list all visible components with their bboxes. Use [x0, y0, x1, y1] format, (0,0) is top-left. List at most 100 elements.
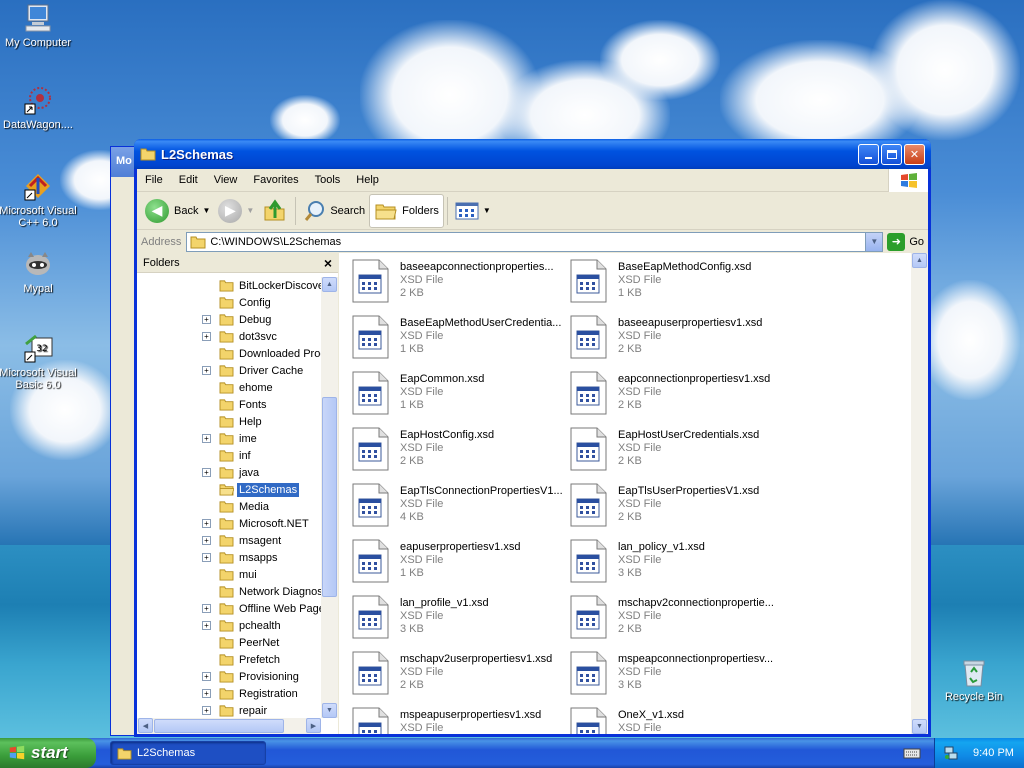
forward-button[interactable]: ▶ ▼: [214, 194, 258, 228]
file-item[interactable]: BaseEapMethodConfig.xsd XSD File 1 KB: [569, 253, 784, 309]
file-item[interactable]: EapTlsConnectionPropertiesV1... XSD File 4…: [351, 477, 566, 533]
desktop-icon-visual-basic[interactable]: 32 Microsoft Visual Basic 6.0: [0, 332, 78, 391]
folder-tree-vertical-scrollbar[interactable]: ▲ ▼: [321, 277, 338, 718]
clock[interactable]: 9:40 PM: [973, 747, 1014, 759]
folder-tree-item[interactable]: Media: [137, 498, 322, 515]
folder-tree-item[interactable]: + Microsoft.NET: [137, 515, 322, 532]
folder-tree-item[interactable]: mui: [137, 566, 322, 583]
expand-icon[interactable]: +: [202, 689, 211, 698]
address-dropdown-icon[interactable]: ▼: [865, 232, 883, 251]
desktop-icon-datawagon[interactable]: DataWagon....: [0, 84, 78, 131]
maximize-button[interactable]: [881, 143, 902, 165]
scroll-left-icon[interactable]: ◀: [138, 718, 153, 733]
folder-tree-item[interactable]: Fonts: [137, 396, 322, 413]
file-item[interactable]: baseeapuserpropertiesv1.xsd XSD File 2 KB: [569, 309, 784, 365]
address-input[interactable]: C:\WINDOWS\L2Schemas ▼: [186, 231, 884, 252]
menu-help[interactable]: Help: [348, 174, 387, 186]
file-item[interactable]: OneX_v1.xsd XSD File: [569, 701, 784, 734]
close-icon[interactable]: ×: [324, 255, 332, 271]
folder-tree-item[interactable]: + msagent: [137, 532, 322, 549]
scroll-up-icon[interactable]: ▲: [912, 253, 927, 268]
title-bar[interactable]: L2Schemas ✕: [134, 139, 931, 169]
menu-favorites[interactable]: Favorites: [245, 174, 306, 186]
folder-tree-item[interactable]: Prefetch: [137, 651, 322, 668]
file-item[interactable]: EapTlsUserPropertiesV1.xsd XSD File 2 KB: [569, 477, 784, 533]
folder-tree-item[interactable]: inf: [137, 447, 322, 464]
file-item[interactable]: eapconnectionpropertiesv1.xsd XSD File 2 K…: [569, 365, 784, 421]
expand-icon[interactable]: +: [202, 536, 211, 545]
file-item[interactable]: lan_policy_v1.xsd XSD File 3 KB: [569, 533, 784, 589]
search-button[interactable]: Search: [299, 194, 369, 228]
scroll-thumb[interactable]: [322, 397, 337, 597]
expand-icon[interactable]: +: [202, 706, 211, 715]
file-item[interactable]: eapuserpropertiesv1.xsd XSD File 1 KB: [351, 533, 566, 589]
scroll-thumb[interactable]: [911, 253, 928, 633]
close-button[interactable]: ✕: [904, 143, 925, 165]
desktop-icon-mypal[interactable]: Mypal: [0, 248, 78, 295]
expand-icon[interactable]: +: [202, 553, 211, 562]
file-item[interactable]: mspeapuserpropertiesv1.xsd XSD File: [351, 701, 566, 734]
file-item[interactable]: lan_profile_v1.xsd XSD File 3 KB: [351, 589, 566, 645]
folder-tree-item[interactable]: PeerNet: [137, 634, 322, 651]
folder-tree-item[interactable]: + msapps: [137, 549, 322, 566]
file-item[interactable]: baseeapconnectionproperties... XSD File 2 …: [351, 253, 566, 309]
scroll-down-icon[interactable]: ▼: [322, 703, 337, 718]
folder-tree-item[interactable]: + pchealth: [137, 617, 322, 634]
folders-button[interactable]: Folders: [369, 193, 444, 228]
folder-tree-horizontal-scrollbar[interactable]: ◀ ▶: [137, 718, 321, 734]
expand-icon[interactable]: +: [202, 434, 211, 443]
desktop-icon-my-computer[interactable]: My Computer: [0, 2, 78, 49]
folder-tree-item[interactable]: Config: [137, 294, 322, 311]
expand-icon[interactable]: +: [202, 332, 211, 341]
folder-tree-item[interactable]: + ime: [137, 430, 322, 447]
expand-icon[interactable]: +: [202, 519, 211, 528]
scroll-down-icon[interactable]: ▼: [912, 719, 927, 734]
folder-tree-item[interactable]: + Offline Web Page: [137, 600, 322, 617]
folder-tree-item[interactable]: + Debug: [137, 311, 322, 328]
expand-icon[interactable]: +: [202, 315, 211, 324]
minimize-button[interactable]: [858, 143, 879, 165]
go-button[interactable]: ➜ Go: [887, 232, 924, 251]
expand-icon[interactable]: +: [202, 672, 211, 681]
back-button[interactable]: ◀ Back ▼: [141, 194, 214, 228]
scroll-up-icon[interactable]: ▲: [322, 277, 337, 292]
menu-tools[interactable]: Tools: [307, 174, 349, 186]
menu-view[interactable]: View: [206, 174, 246, 186]
taskbar-item-l2schemas[interactable]: L2Schemas: [110, 741, 266, 765]
file-item[interactable]: EapHostUserCredentials.xsd XSD File 2 KB: [569, 421, 784, 477]
folder-tree-item[interactable]: + Driver Cache: [137, 362, 322, 379]
folder-tree-item[interactable]: + Registration: [137, 685, 322, 702]
file-list-vertical-scrollbar[interactable]: ▲ ▼: [911, 253, 928, 734]
up-folder-button[interactable]: [258, 194, 292, 228]
folder-tree-item[interactable]: L2Schemas: [137, 481, 322, 498]
file-item[interactable]: mschapv2userpropertiesv1.xsd XSD File 2 KB: [351, 645, 566, 701]
expand-icon[interactable]: +: [202, 621, 211, 630]
menu-edit[interactable]: Edit: [171, 174, 206, 186]
file-item[interactable]: EapCommon.xsd XSD File 1 KB: [351, 365, 566, 421]
network-icon[interactable]: [943, 745, 959, 761]
keyboard-icon[interactable]: [903, 745, 921, 761]
start-button[interactable]: start: [0, 738, 96, 768]
desktop-icon-recycle-bin[interactable]: Recycle Bin: [934, 656, 1014, 703]
folder-tree-item[interactable]: BitLockerDiscover: [137, 277, 322, 294]
expand-icon[interactable]: +: [202, 604, 211, 613]
desktop-icon-visual-cpp[interactable]: Microsoft Visual C++ 6.0: [0, 170, 78, 229]
folder-tree-item[interactable]: + java: [137, 464, 322, 481]
file-item[interactable]: mschapv2connectionpropertie... XSD File 2 …: [569, 589, 784, 645]
back-dropdown-icon[interactable]: ▼: [202, 206, 210, 215]
menu-file[interactable]: File: [137, 174, 171, 186]
folder-tree-item[interactable]: + repair: [137, 702, 322, 718]
forward-dropdown-icon[interactable]: ▼: [246, 206, 254, 215]
folder-tree-item[interactable]: + dot3svc: [137, 328, 322, 345]
folder-tree-item[interactable]: Downloaded Prog: [137, 345, 322, 362]
scroll-right-icon[interactable]: ▶: [306, 718, 321, 733]
folder-tree-item[interactable]: ehome: [137, 379, 322, 396]
folder-tree-item[interactable]: Help: [137, 413, 322, 430]
views-button[interactable]: ▼: [451, 194, 495, 228]
folder-tree-item[interactable]: + Provisioning: [137, 668, 322, 685]
scroll-thumb[interactable]: [154, 719, 284, 733]
file-item[interactable]: EapHostConfig.xsd XSD File 2 KB: [351, 421, 566, 477]
folder-tree-item[interactable]: Network Diagnost: [137, 583, 322, 600]
file-item[interactable]: mspeapconnectionpropertiesv... XSD File 3 …: [569, 645, 784, 701]
expand-icon[interactable]: +: [202, 468, 211, 477]
